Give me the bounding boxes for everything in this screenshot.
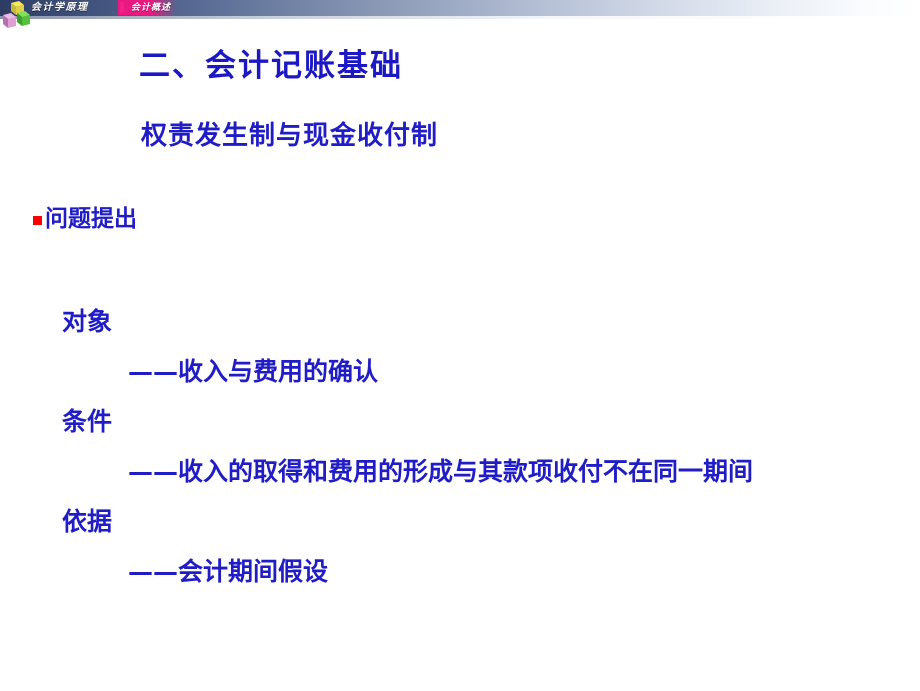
bullet-heading-label: 问题提出 — [45, 205, 137, 232]
magenta-separator-icon — [120, 2, 124, 13]
colored-cubes-logo-icon — [0, 0, 34, 34]
list-item-term: 依据 — [62, 507, 113, 536]
page-subtitle: 权责发生制与现金收付制 — [141, 121, 439, 151]
list-item-term: 对象 — [62, 307, 113, 336]
list-item-definition: ——会计期间假设 — [128, 557, 329, 586]
list-item-definition: ——收入的取得和费用的形成与其款项收付不在同一期间 — [128, 457, 754, 486]
list-item-definition: ——收入与费用的确认 — [128, 357, 379, 386]
bullet-heading: 问题提出 — [33, 205, 137, 233]
list-item-term: 条件 — [62, 407, 113, 436]
header-course-title: 会计学原理 — [31, 2, 89, 13]
definition-list: 对象 ——收入与费用的确认 条件 ——收入的取得和费用的形成与其款项收付不在同一… — [0, 297, 920, 597]
header-band-shadow — [0, 16, 920, 19]
slide-canvas: 会计学原理 会计概述 二、会计记账基础 权责发生制与现金收付制 问题提出 对象 … — [0, 0, 920, 691]
header-section-title: 会计概述 — [131, 3, 172, 13]
red-square-bullet-icon — [33, 215, 42, 225]
page-title: 二、会计记账基础 — [139, 48, 403, 84]
